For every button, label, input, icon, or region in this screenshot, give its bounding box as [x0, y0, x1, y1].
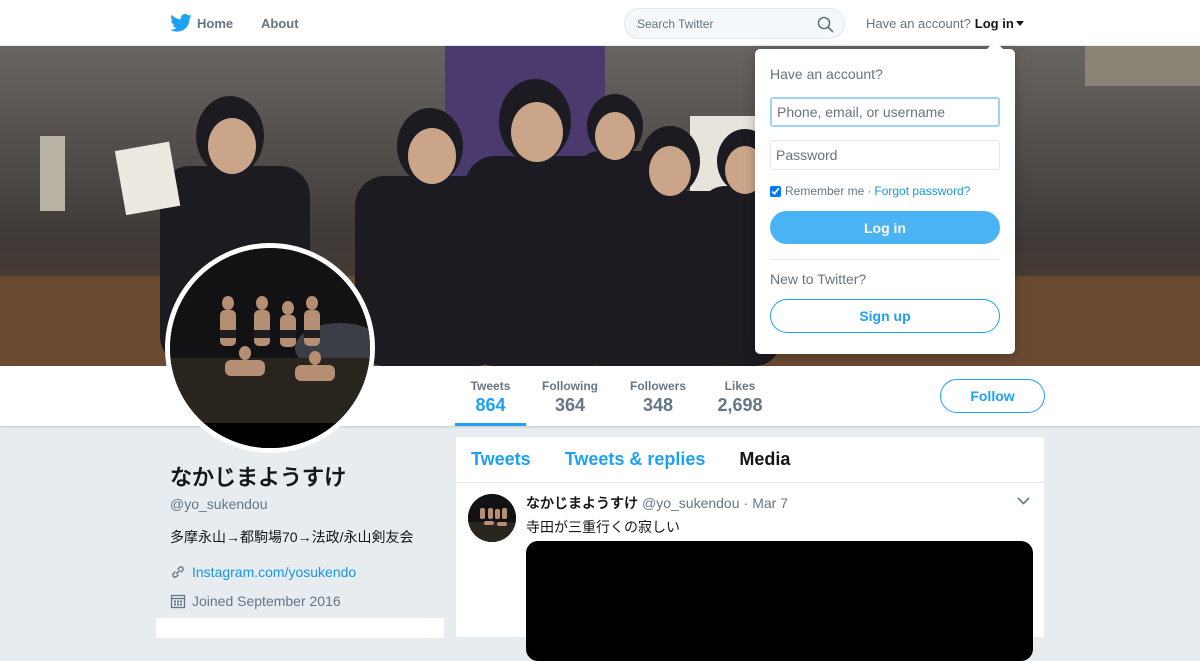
tweet-media[interactable] [526, 541, 1033, 661]
login-dropdown-title: Have an account? [770, 66, 883, 82]
tweet-author-handle[interactable]: @yo_sukendou [642, 495, 740, 511]
calendar-icon [170, 594, 186, 609]
profile-name[interactable]: なかじまようすけ [170, 460, 445, 492]
tab-media[interactable]: Media [739, 449, 790, 470]
follow-button[interactable]: Follow [940, 379, 1045, 413]
login-dropdown: Have an account? Remember me · Forgot pa… [755, 41, 1015, 354]
avatar-photo [170, 248, 370, 448]
timeline: Tweets Tweets & replies Media なかじまようすけ @… [456, 437, 1044, 661]
tweet-text: 寺田が三重行くの寂しい [526, 519, 680, 535]
stat-likes-value: 2,698 [717, 395, 763, 415]
stat-following-value: 364 [554, 395, 586, 415]
nav-home-label: Home [197, 15, 234, 31]
profile-card: なかじまようすけ @yo_sukendou 多摩永山→都駒場70→法政/永山剣友… [170, 460, 445, 609]
remember-row: Remember me · Forgot password? [770, 184, 1000, 198]
tweet-avatar[interactable] [468, 494, 516, 542]
chevron-down-icon[interactable] [1017, 497, 1030, 505]
profile-bio: 多摩永山→都駒場70→法政/永山剣友会 [170, 529, 414, 545]
profile-joined: Joined September 2016 [170, 593, 445, 609]
stat-tweets-label: Tweets [470, 379, 511, 393]
profile-url: Instagram.com/yosukendo [170, 564, 445, 580]
stat-likes[interactable]: Likes 2,698 [710, 366, 770, 426]
twitter-bird-icon [170, 14, 192, 32]
stat-tweets[interactable]: Tweets 864 [455, 366, 526, 426]
nav-about-label: About [261, 15, 299, 31]
search-input[interactable] [637, 17, 807, 31]
login-link[interactable]: Log in [975, 16, 1014, 31]
remember-checkbox[interactable] [770, 185, 781, 197]
account-menu[interactable]: Have an account? Log in [866, 16, 1025, 31]
forgot-password-link[interactable]: Forgot password? [874, 184, 970, 198]
profile-avatar[interactable] [165, 243, 375, 453]
account-prompt: Have an account? [866, 16, 971, 31]
stat-followers[interactable]: Followers 348 [624, 366, 692, 426]
tweet-author-name[interactable]: なかじまようすけ [526, 493, 638, 513]
caret-down-icon [1015, 20, 1024, 26]
profile-handle[interactable]: @yo_sukendou [170, 496, 445, 512]
stat-tweets-value: 864 [475, 395, 506, 415]
timeline-tabs: Tweets Tweets & replies Media [456, 437, 1044, 483]
tweet-date[interactable]: Mar 7 [752, 495, 788, 511]
stat-followers-value: 348 [642, 395, 674, 415]
search-box [624, 8, 845, 39]
signup-button[interactable]: Sign up [770, 299, 1000, 333]
sidebar-module [156, 618, 444, 638]
tweet-dot: · [743, 495, 749, 511]
stat-likes-label: Likes [724, 379, 756, 393]
password-field[interactable] [770, 140, 1000, 170]
top-navigation-bar: Home About Have an account? Log in [0, 0, 1200, 46]
tweet-header: なかじまようすけ @yo_sukendou · Mar 7 [526, 493, 1032, 513]
tab-tweets[interactable]: Tweets [471, 449, 531, 470]
new-to-twitter-label: New to Twitter? [770, 271, 867, 287]
tab-tweets-replies[interactable]: Tweets & replies [565, 449, 706, 470]
remember-label[interactable]: Remember me [785, 184, 864, 198]
search-icon[interactable] [817, 16, 834, 33]
tweet-avatar-photo [468, 494, 516, 542]
dropdown-divider [770, 259, 1000, 260]
profile-joined-text: Joined September 2016 [192, 593, 341, 609]
login-button[interactable]: Log in [770, 211, 1000, 244]
nav-about[interactable]: About [261, 0, 299, 46]
stat-followers-label: Followers [629, 379, 686, 393]
nav-home[interactable]: Home [170, 0, 233, 46]
tweet[interactable]: なかじまようすけ @yo_sukendou · Mar 7 寺田が三重行くの寂し… [456, 483, 1044, 661]
stat-following[interactable]: Following 364 [536, 366, 604, 426]
stat-following-label: Following [542, 379, 598, 393]
username-field[interactable] [770, 97, 1000, 127]
link-icon [172, 566, 184, 578]
remember-separator: · [867, 184, 872, 198]
profile-url-link[interactable]: Instagram.com/yosukendo [192, 564, 356, 580]
